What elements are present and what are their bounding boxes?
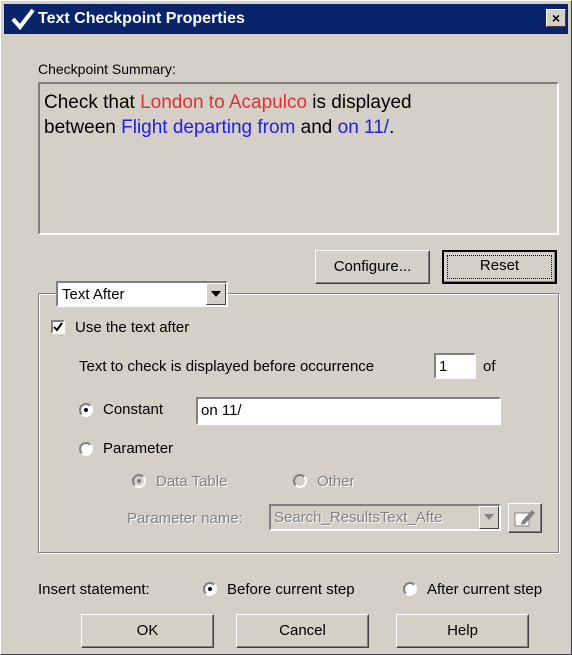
occurrence-suffix: of: [483, 358, 496, 375]
cancel-label: Cancel: [279, 622, 326, 639]
constant-label: Constant: [103, 401, 164, 418]
constant-radio[interactable]: [79, 403, 93, 417]
edit-icon: [514, 510, 535, 527]
after-step-radio[interactable]: [403, 582, 417, 596]
summary-text: and: [295, 117, 338, 138]
configure-button[interactable]: Configure...: [315, 250, 430, 284]
constant-value: on 11/: [201, 402, 242, 419]
dropdown-value: Text After: [62, 286, 125, 303]
data-table-label: Data Table: [156, 473, 228, 490]
reset-label: Reset: [479, 257, 520, 274]
check-icon: [53, 322, 63, 332]
edit-parameter-button[interactable]: [508, 503, 542, 533]
reset-button[interactable]: Reset: [442, 250, 557, 284]
ok-label: OK: [136, 622, 159, 639]
summary-text: .: [389, 117, 395, 138]
parameter-name-label: Parameter name:: [127, 510, 243, 527]
use-text-after-checkbox[interactable]: [51, 320, 65, 334]
checked-text: London to Acapulco: [140, 92, 308, 113]
dropdown-arrow-button[interactable]: [206, 283, 226, 305]
data-table-radio[interactable]: [132, 474, 146, 488]
parameter-dropdown-arrow[interactable]: [479, 506, 499, 529]
summary-text: Check that: [44, 92, 141, 113]
checkpoint-summary-box: Check that London to Acapulco is display…: [38, 82, 559, 235]
text-position-dropdown[interactable]: Text After: [56, 281, 228, 307]
help-label: Help: [447, 622, 478, 639]
cancel-button[interactable]: Cancel: [236, 614, 369, 648]
chevron-down-icon: [484, 514, 494, 520]
summary-label: Checkpoint Summary:: [38, 61, 176, 77]
occurrence-field[interactable]: 1: [434, 353, 476, 379]
before-step-radio[interactable]: [203, 582, 217, 596]
close-button[interactable]: ×: [546, 9, 566, 27]
title-bar[interactable]: Text Checkpoint Properties ×: [4, 4, 568, 34]
insert-statement-label: Insert statement:: [38, 581, 150, 598]
constant-input[interactable]: on 11/: [196, 397, 501, 425]
summary-text: between: [44, 117, 122, 138]
before-step-label: Before current step: [227, 581, 355, 598]
parameter-name-dropdown[interactable]: Search_ResultsText_Afte: [269, 504, 501, 531]
chevron-down-icon: [211, 291, 221, 297]
occurrence-label: Text to check is displayed before occurr…: [79, 358, 375, 375]
other-radio[interactable]: [293, 474, 307, 488]
parameter-radio[interactable]: [79, 442, 93, 456]
dialog-window: Text Checkpoint Properties × Checkpoint …: [0, 0, 572, 655]
occurrence-value: 1: [439, 358, 448, 375]
parameter-label: Parameter: [103, 440, 174, 457]
other-label: Other: [317, 473, 355, 490]
checkmark-icon: [11, 8, 35, 31]
text-after: on 11/: [337, 117, 390, 138]
help-button[interactable]: Help: [396, 614, 529, 648]
summary-text: is displayed: [307, 92, 412, 113]
configure-label: Configure...: [333, 258, 412, 275]
parameter-name-value: Search_ResultsText_Afte: [274, 509, 443, 526]
window-title: Text Checkpoint Properties: [38, 10, 245, 27]
ok-button[interactable]: OK: [81, 614, 214, 648]
use-text-after-label: Use the text after: [75, 319, 190, 336]
after-step-label: After current step: [427, 581, 543, 598]
text-before: Flight departing from: [121, 117, 296, 138]
